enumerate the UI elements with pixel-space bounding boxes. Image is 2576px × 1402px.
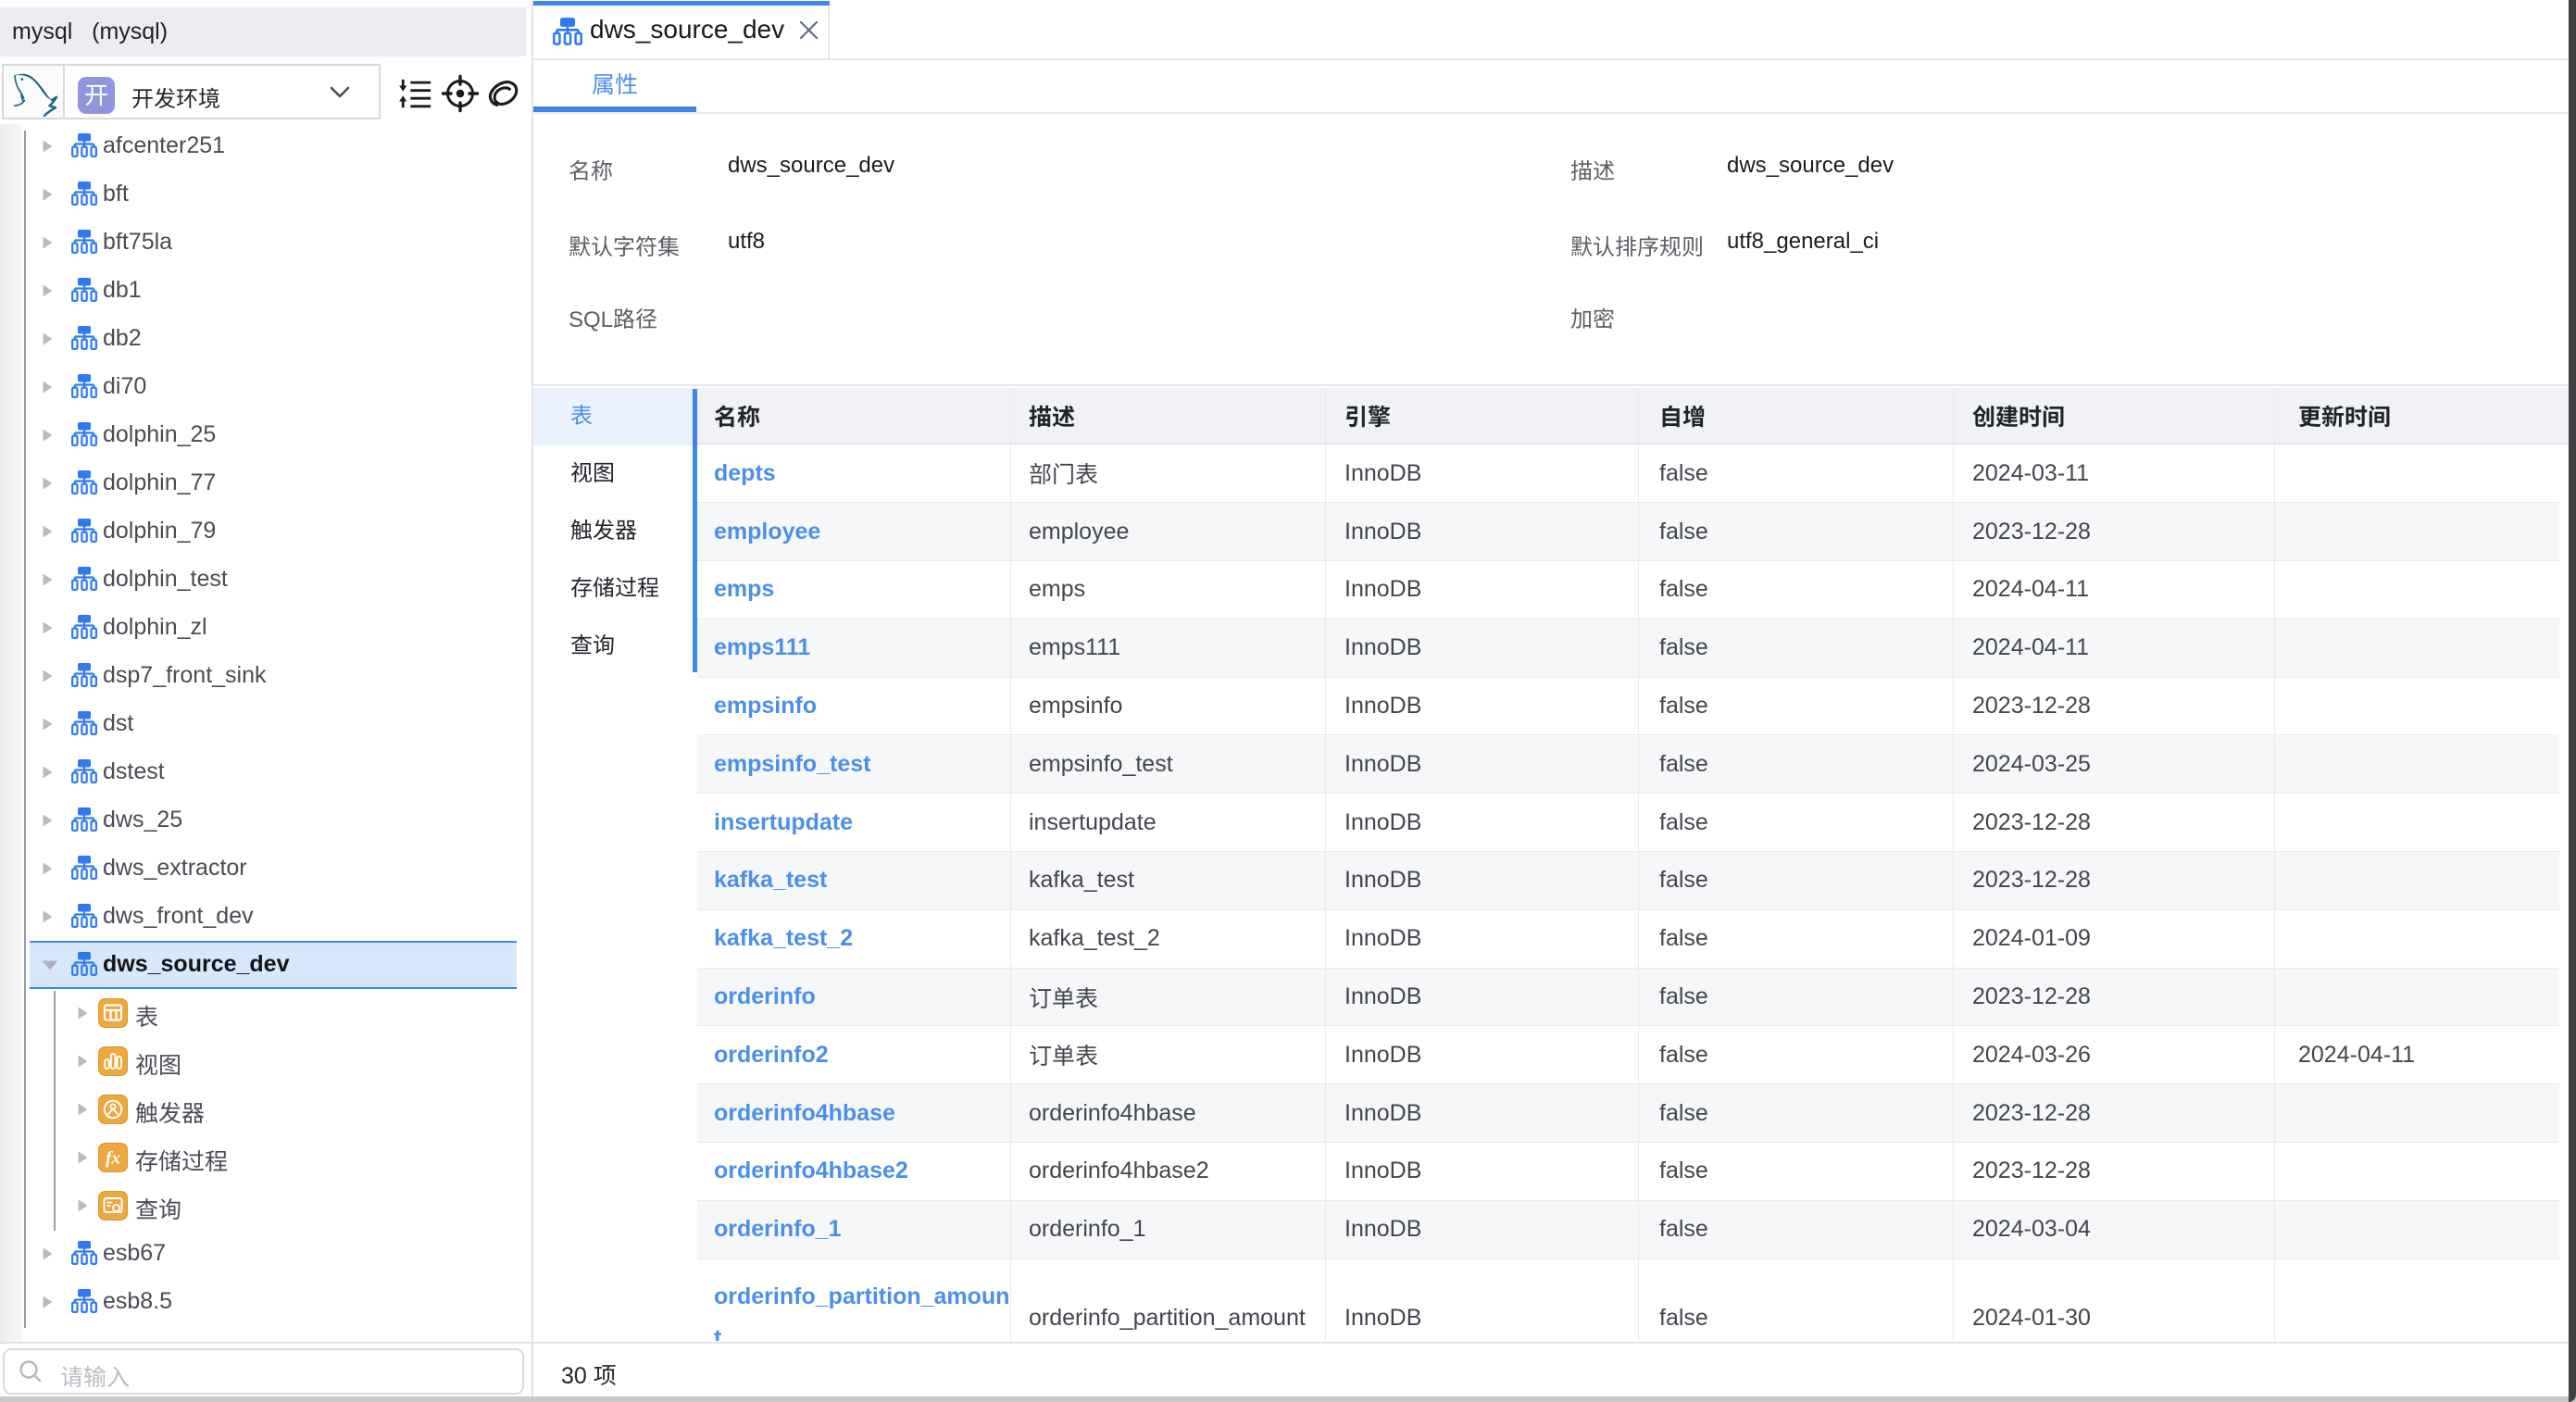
svg-text:fx: fx xyxy=(106,1149,120,1169)
